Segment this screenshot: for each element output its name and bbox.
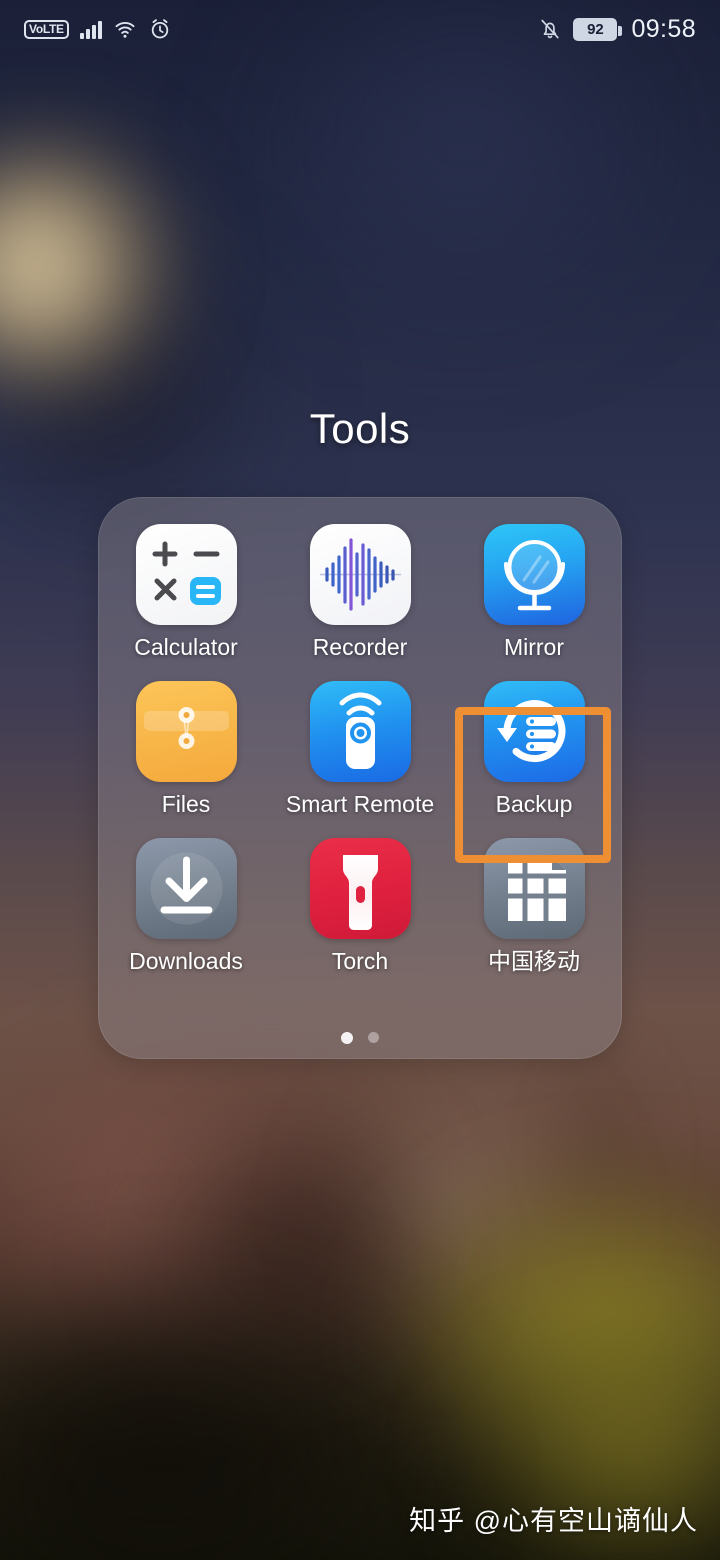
app-smart-remote[interactable]: Smart Remote bbox=[273, 681, 447, 816]
watermark-text: 知乎 @心有空山谪仙人 bbox=[409, 1506, 698, 1536]
status-bar-right: 92 09:58 bbox=[538, 15, 696, 44]
status-bar-left: VoLTE bbox=[24, 17, 172, 41]
app-downloads[interactable]: Downloads bbox=[99, 838, 273, 973]
app-label: Calculator bbox=[134, 634, 238, 660]
app-label: Smart Remote bbox=[285, 791, 435, 817]
app-label: Mirror bbox=[503, 634, 565, 660]
bell-muted-icon bbox=[541, 19, 560, 39]
app-label: Files bbox=[161, 791, 211, 817]
backup-restore-icon bbox=[483, 681, 585, 782]
smart-remote-icon bbox=[309, 681, 411, 782]
page-dot-inactive[interactable] bbox=[368, 1032, 379, 1043]
alarm-clock-icon bbox=[151, 19, 168, 39]
app-backup[interactable]: Backup bbox=[447, 681, 621, 816]
mirror-icon bbox=[483, 524, 585, 625]
download-arrow-icon bbox=[135, 838, 237, 939]
app-label: 中国移动 bbox=[488, 948, 580, 974]
recorder-waveform-icon bbox=[309, 524, 411, 625]
battery-level-label: 92 bbox=[575, 19, 616, 39]
signal-bars-icon bbox=[79, 19, 102, 39]
volte-badge: VoLTE bbox=[24, 19, 69, 39]
app-label: Backup bbox=[495, 791, 573, 817]
wifi-icon bbox=[115, 21, 135, 38]
app-recorder[interactable]: Recorder bbox=[273, 524, 447, 659]
app-grid: Calculator Recorder Mirror Files Smart R… bbox=[99, 524, 621, 973]
app-label: Downloads bbox=[129, 948, 243, 974]
app-label: Recorder bbox=[312, 634, 408, 660]
calculator-icon bbox=[135, 524, 237, 625]
battery-indicator: 92 bbox=[573, 17, 623, 41]
app-label: Torch bbox=[331, 948, 389, 974]
app-calculator[interactable]: Calculator bbox=[99, 524, 273, 659]
app-china-mobile[interactable]: 中国移动 bbox=[447, 838, 621, 973]
sim-card-icon bbox=[483, 838, 585, 939]
clock-time: 09:58 bbox=[631, 14, 696, 43]
app-files[interactable]: Files bbox=[99, 681, 273, 816]
files-envelope-icon bbox=[135, 681, 237, 782]
page-indicator bbox=[99, 1032, 621, 1044]
folder-panel: Calculator Recorder Mirror Files Smart R… bbox=[98, 497, 622, 1059]
folder-title: Tools bbox=[309, 405, 411, 452]
status-bar: VoLTE 92 09:58 bbox=[0, 0, 720, 58]
page-dot-active[interactable] bbox=[341, 1032, 353, 1044]
app-mirror[interactable]: Mirror bbox=[447, 524, 621, 659]
app-torch[interactable]: Torch bbox=[273, 838, 447, 973]
flashlight-icon bbox=[309, 838, 411, 939]
